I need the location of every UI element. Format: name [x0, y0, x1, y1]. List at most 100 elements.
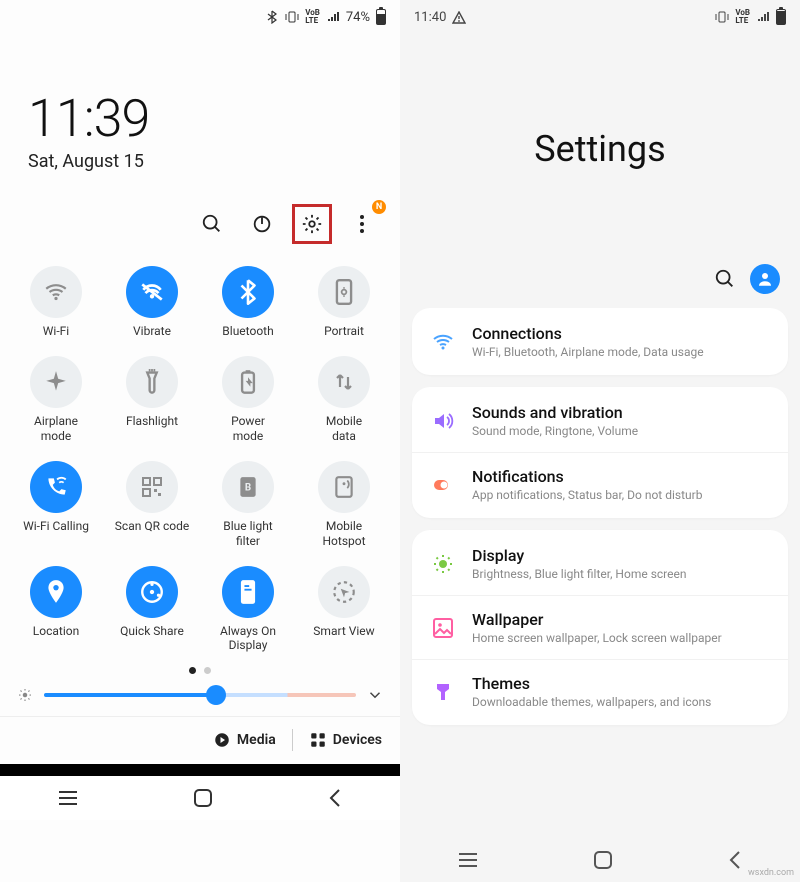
settings-row-text: Connections Wi-Fi, Bluetooth, Airplane m…: [472, 324, 704, 359]
settings-row-sounds[interactable]: Sounds and vibration Sound mode, Rington…: [412, 389, 788, 452]
vibrate-icon: [139, 279, 165, 305]
qs-tile-vibrate: Vibrate: [104, 266, 200, 338]
settings-row-subtitle: Wi-Fi, Bluetooth, Airplane mode, Data us…: [472, 345, 704, 359]
recents-button[interactable]: [57, 789, 79, 807]
settings-row-wallpaper[interactable]: Wallpaper Home screen wallpaper, Lock sc…: [412, 595, 788, 659]
aod-toggle[interactable]: [222, 566, 274, 618]
brightness-track[interactable]: [44, 693, 356, 697]
power-mode-icon: [238, 369, 258, 395]
blue-light-toggle[interactable]: B: [222, 461, 274, 513]
brightness-thumb[interactable]: [206, 685, 226, 705]
settings-row-text: Display Brightness, Blue light filter, H…: [472, 546, 686, 581]
qs-tile-label: Blue light filter: [223, 519, 272, 548]
qs-tile-flashlight: Flashlight: [104, 356, 200, 443]
scan-qr-toggle[interactable]: [126, 461, 178, 513]
status-bar: 11:40 VoBLTE: [400, 0, 800, 34]
qs-tile-label: Vibrate: [133, 324, 171, 338]
settings-group: Connections Wi-Fi, Bluetooth, Airplane m…: [412, 308, 788, 375]
settings-list: Connections Wi-Fi, Bluetooth, Airplane m…: [400, 308, 800, 838]
quick-settings-grid: Wi-Fi Vibrate Bluetooth Portrait Airplan…: [0, 256, 400, 653]
location-toggle[interactable]: [30, 566, 82, 618]
qs-tile-mobile-hotspot: Mobile Hotspot: [296, 461, 392, 548]
flashlight-toggle[interactable]: [126, 356, 178, 408]
recents-button[interactable]: [457, 851, 479, 869]
clock-time: 11:39: [28, 88, 372, 149]
page-dot[interactable]: [189, 667, 196, 674]
portrait-icon: [334, 279, 354, 305]
settings-row-notifications[interactable]: Notifications App notifications, Status …: [412, 452, 788, 516]
mobile-hotspot-toggle[interactable]: [318, 461, 370, 513]
wifi-calling-toggle[interactable]: [30, 461, 82, 513]
smart-view-toggle[interactable]: [318, 566, 370, 618]
bluetooth-status-icon: [265, 10, 279, 24]
page-dot[interactable]: [204, 667, 211, 674]
settings-row-text: Themes Downloadable themes, wallpapers, …: [472, 674, 711, 709]
media-button[interactable]: Media: [213, 731, 276, 749]
back-button[interactable]: [727, 850, 743, 870]
brightness-expand-icon[interactable]: [366, 686, 384, 704]
devices-label: Devices: [333, 732, 382, 748]
status-bar: VoBLTE 74%: [0, 0, 400, 34]
navigation-bar: [400, 838, 800, 882]
brightness-slider[interactable]: [0, 682, 400, 706]
settings-row-connections[interactable]: Connections Wi-Fi, Bluetooth, Airplane m…: [412, 310, 788, 373]
page-title: Settings: [534, 128, 665, 170]
more-options-button[interactable]: N: [342, 204, 382, 244]
account-avatar-button[interactable]: [750, 264, 780, 294]
qs-tile-bluetooth: Bluetooth: [200, 266, 296, 338]
smart-view-icon: [331, 579, 357, 605]
settings-group: Sounds and vibration Sound mode, Rington…: [412, 387, 788, 518]
wifi-calling-icon: [43, 474, 69, 500]
warning-status-icon: [452, 10, 466, 24]
settings-row-text: Sounds and vibration Sound mode, Rington…: [472, 403, 638, 438]
mobile-hotspot-icon: [333, 475, 355, 499]
settings-row-display[interactable]: Display Brightness, Blue light filter, H…: [412, 532, 788, 595]
quick-share-toggle[interactable]: [126, 566, 178, 618]
settings-row-title: Themes: [472, 674, 711, 693]
settings-row-title: Connections: [472, 324, 704, 343]
volte-status-text: VoBLTE: [735, 9, 750, 25]
search-button[interactable]: [192, 204, 232, 244]
wifi-toggle[interactable]: [30, 266, 82, 318]
home-button[interactable]: [193, 788, 213, 808]
home-button[interactable]: [593, 850, 613, 870]
airplane-toggle[interactable]: [30, 356, 82, 408]
settings-toolbar: [400, 264, 800, 308]
back-button[interactable]: [327, 788, 343, 808]
search-button[interactable]: [714, 268, 736, 290]
watermark: wsxdn.com: [748, 868, 794, 878]
svg-text:B: B: [245, 482, 251, 493]
devices-button[interactable]: Devices: [309, 731, 382, 749]
volte-status-text: VoBLTE: [305, 9, 320, 25]
quick-settings-panel: VoBLTE 74% 11:39 Sat, August 15 N Wi-Fi: [0, 0, 400, 882]
settings-button[interactable]: [292, 204, 332, 244]
bluetooth-toggle[interactable]: [222, 266, 274, 318]
qs-tile-label: Quick Share: [120, 624, 184, 638]
power-mode-toggle[interactable]: [222, 356, 274, 408]
notifications-icon: [430, 472, 456, 498]
settings-row-themes[interactable]: Themes Downloadable themes, wallpapers, …: [412, 659, 788, 723]
sounds-icon: [430, 408, 456, 434]
qs-tile-scan-qr: Scan QR code: [104, 461, 200, 548]
flashlight-icon: [142, 369, 162, 395]
settings-row-title: Display: [472, 546, 686, 565]
qs-tile-aod: Always On Display: [200, 566, 296, 653]
bottom-black-strip: [0, 764, 400, 776]
scan-qr-icon: [140, 475, 164, 499]
battery-icon: [776, 9, 786, 25]
signal-status-icon: [756, 10, 770, 24]
settings-row-subtitle: Brightness, Blue light filter, Home scre…: [472, 567, 686, 581]
settings-row-subtitle: Sound mode, Ringtone, Volume: [472, 424, 638, 438]
settings-row-text: Wallpaper Home screen wallpaper, Lock sc…: [472, 610, 722, 645]
divider: [292, 729, 293, 751]
settings-row-title: Notifications: [472, 467, 702, 486]
vibrate-toggle[interactable]: [126, 266, 178, 318]
bluetooth-icon: [237, 279, 259, 305]
mobile-data-icon: [332, 370, 356, 394]
settings-row-text: Notifications App notifications, Status …: [472, 467, 702, 502]
portrait-toggle[interactable]: [318, 266, 370, 318]
mobile-data-toggle[interactable]: [318, 356, 370, 408]
qs-tile-label: Airplane mode: [34, 414, 78, 443]
power-button[interactable]: [242, 204, 282, 244]
battery-percent: 74%: [346, 10, 370, 25]
